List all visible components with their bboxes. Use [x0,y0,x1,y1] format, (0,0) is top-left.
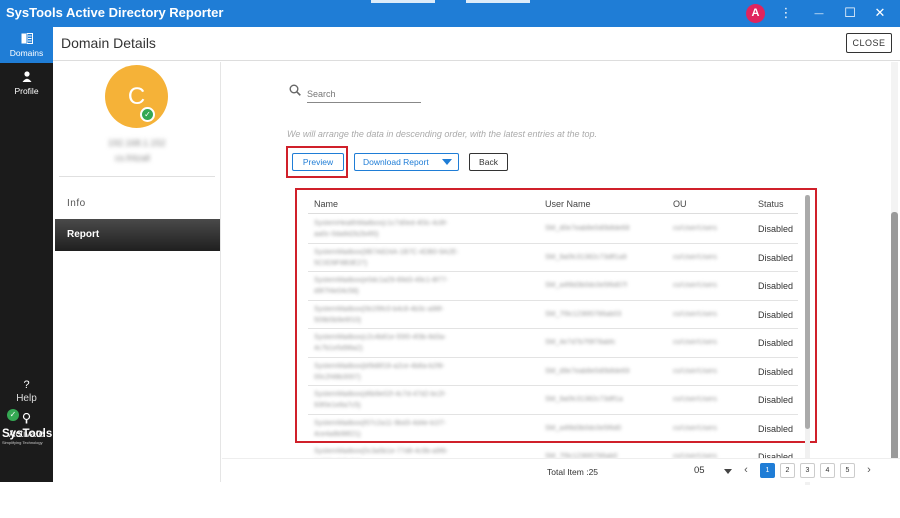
page-button[interactable]: 1 [760,463,775,478]
page-button[interactable]: 4 [820,463,835,478]
sort-hint: We will arrange the data in descending o… [287,129,598,139]
page-button[interactable]: 5 [840,463,855,478]
back-button[interactable]: Back [469,153,508,171]
search-input[interactable] [307,85,421,103]
table-scrollbar-thumb[interactable] [805,195,810,429]
brand-logo: SysTools Simplifying Technology [2,428,53,445]
minimize-button[interactable]: — [810,4,828,22]
nav-label-help: Help [16,393,37,404]
cell-name-line1: SystemMailbox{0c3a5b1e-77d8-4c9b-a9f6- [314,448,449,455]
domains-icon [0,33,53,45]
help-icon: ? [23,379,30,391]
panel-menu-info[interactable]: Info [67,198,86,209]
domain-ip: 192.168.1.152 [108,138,166,148]
chevron-left-icon[interactable]: ‹ [739,463,753,478]
close-button[interactable]: CLOSE [846,33,892,53]
panel-menu-report[interactable]: Report [55,219,220,251]
title-bar: SysTools Active Directory Reporter A ⋮ —… [0,0,900,27]
main-content: We will arrange the data in descending o… [222,62,900,485]
user-avatar[interactable]: A [746,4,765,23]
title-bar-marker [371,0,435,3]
download-report-label: Download Report [363,157,429,167]
nav-label-domains: Domains [9,48,44,58]
window-close-button[interactable]: ✕ [871,4,889,22]
page-header: Domain Details CLOSE [53,27,900,61]
brand-tagline: Simplifying Technology [2,440,43,445]
search-icon [289,84,301,96]
domain-avatar: C [105,65,168,128]
more-options-icon[interactable]: ⋮ [777,4,795,22]
total-items: Total Item :25 [547,467,599,477]
download-report-button[interactable]: Download Report [354,153,459,171]
panel-divider [59,176,215,177]
page-scrollbar-thumb[interactable] [891,212,898,462]
nav-item-domains[interactable]: Domains [0,27,53,63]
page-button[interactable]: 2 [780,463,795,478]
caret-down-icon [442,159,452,165]
caret-down-icon[interactable] [724,469,732,474]
activation-status-icon: ✓ [7,409,19,421]
domain-name: cs.fritzall [115,153,151,163]
page-button[interactable]: 3 [800,463,815,478]
chevron-right-icon[interactable]: › [862,463,876,478]
pagination-footer: Total Item :25 05 ‹ 12345 › [222,458,900,482]
per-page-select[interactable]: 05 [694,465,705,476]
title-bar-marker [466,0,530,3]
page-title: Domain Details [61,35,156,51]
brand-name: SysTools [2,428,53,440]
preview-button[interactable]: Preview [292,153,344,171]
check-icon: ✓ [140,107,155,122]
app-title: SysTools Active Directory Reporter [6,5,224,20]
domain-panel: C ✓ 192.168.1.152 cs.fritzall Info Repor… [53,62,221,482]
nav-item-profile[interactable]: Profile [0,65,53,101]
nav-label-profile: Profile [14,86,39,96]
profile-icon [0,71,53,83]
nav-item-help[interactable]: ? Help [0,379,53,404]
table-highlight [295,188,817,443]
maximize-button[interactable]: ☐ [841,4,859,22]
